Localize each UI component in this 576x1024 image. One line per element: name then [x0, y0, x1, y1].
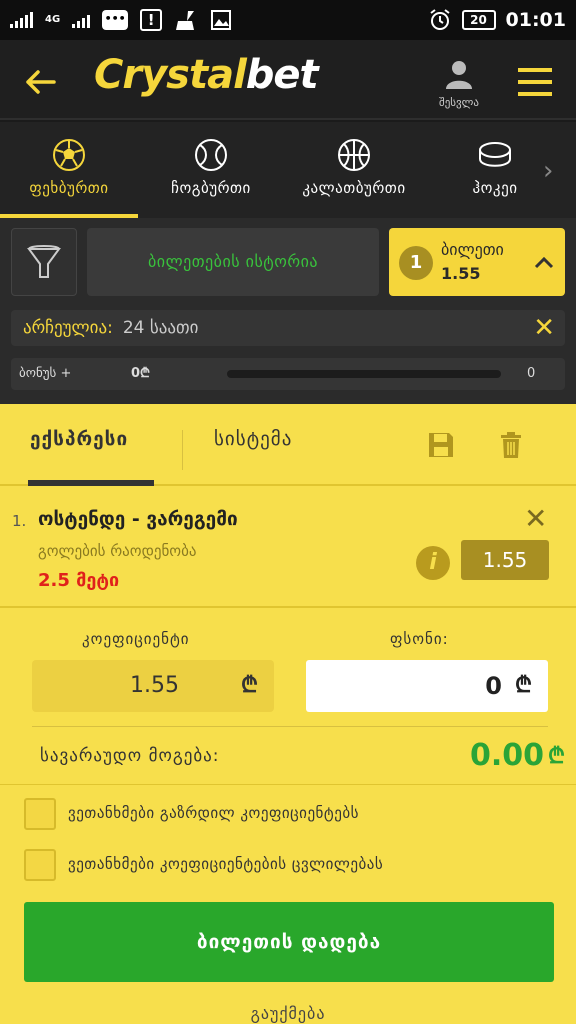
- event-name: ოსტენდე - ვარეგემი: [38, 508, 238, 530]
- clock: 01:01: [505, 9, 566, 31]
- ticket-label: ბილეთი: [441, 240, 504, 259]
- coefficient-value: 1.55: [130, 673, 179, 698]
- info-icon[interactable]: i: [416, 546, 450, 580]
- filter-bar: ბილეთების ისტორია 1 ბილეთი 1.55 არჩეულია…: [0, 218, 576, 404]
- agree-odds-changes-checkbox[interactable]: [24, 849, 56, 881]
- selected-filter-value: 24 საათი: [122, 318, 199, 338]
- trash-icon[interactable]: [496, 430, 526, 460]
- tab-hockey[interactable]: ჰოკეი: [450, 122, 540, 218]
- bonus-label: ბონუს +: [19, 366, 72, 381]
- bonus-max: 0: [527, 366, 536, 381]
- event-number: 1.: [12, 512, 27, 530]
- ticket-history-button[interactable]: ბილეთების ისტორია: [87, 228, 379, 296]
- tab-hockey-label: ჰოკეი: [472, 179, 518, 197]
- stake-value: 0: [485, 672, 502, 700]
- tennis-ball-icon: [195, 139, 227, 171]
- tab-divider: [182, 430, 183, 470]
- signal-icon-2: [72, 12, 91, 28]
- hockey-puck-icon: [479, 142, 511, 167]
- message-icon: •••: [102, 10, 129, 30]
- sports-tabs: ფეხბურთი ჩოგბურთი კალათბურთი ჰოკეი ›: [0, 122, 576, 218]
- user-icon: [446, 61, 472, 89]
- currency-icon: ₾: [241, 673, 258, 698]
- status-bar: 4G ••• ! 20 01:01: [0, 0, 576, 40]
- app-screen: 4G ••• ! 20 01:01 Crystalbet შესვლა ფეხბ…: [0, 0, 576, 1024]
- cancel-button[interactable]: გაუქმება: [0, 1004, 576, 1023]
- save-icon[interactable]: [426, 430, 456, 460]
- bonus-value: 0₾: [131, 366, 151, 381]
- tab-basketball-label: კალათბურთი: [302, 179, 406, 197]
- stake-input[interactable]: 0 ₾: [306, 660, 548, 712]
- back-arrow-icon[interactable]: [20, 62, 60, 102]
- coefficient-label: კოეფიციენტი: [82, 630, 190, 648]
- brand-logo[interactable]: Crystalbet: [94, 52, 319, 98]
- slip-tabs: ექსპრესი სისტემა: [0, 404, 576, 486]
- bonus-bar: ბონუს + 0₾ 0: [11, 358, 565, 390]
- potential-win-label: სავარაუდო მოგება:: [40, 746, 220, 766]
- chevron-right-icon[interactable]: ›: [543, 156, 553, 186]
- bet-slip: ექსპრესი სისტემა 1. ოსტენდე - ვარეგემი გ…: [0, 404, 576, 1024]
- clear-filter-icon[interactable]: ✕: [533, 310, 555, 346]
- event-odds[interactable]: 1.55: [461, 540, 549, 580]
- soccer-ball-icon: [53, 139, 85, 171]
- signal-icon: [10, 12, 33, 28]
- filter-button[interactable]: [11, 228, 77, 296]
- battery-icon: 20: [461, 10, 496, 30]
- alert-icon: !: [140, 9, 163, 31]
- divider: [0, 784, 576, 785]
- login-label: შესვლა: [439, 96, 479, 109]
- active-tab-indicator: [28, 480, 154, 486]
- ticket-toggle-button[interactable]: 1 ბილეთი 1.55: [389, 228, 565, 296]
- stake-label: ფსონი:: [390, 630, 449, 648]
- tab-football-label: ფეხბურთი: [29, 179, 109, 197]
- hamburger-menu-icon[interactable]: [518, 68, 552, 96]
- agree-increased-odds-checkbox[interactable]: [24, 798, 56, 830]
- coefficient-field: 1.55 ₾: [32, 660, 274, 712]
- agree-odds-changes-label: ვეთანხმები კოეფიციენტების ცვლილებას: [68, 855, 384, 873]
- clean-icon: [176, 11, 195, 30]
- login-button[interactable]: შესვლა: [430, 58, 488, 109]
- divider: [32, 726, 548, 727]
- chevron-up-icon: [534, 256, 554, 269]
- currency-icon: ₾: [548, 744, 565, 769]
- app-header: Crystalbet შესვლა: [0, 40, 576, 120]
- tab-football[interactable]: ფეხბურთი: [0, 122, 138, 218]
- ticket-odds: 1.55: [441, 264, 481, 283]
- tab-express[interactable]: ექსპრესი: [30, 428, 128, 450]
- tab-tennis-label: ჩოგბურთი: [171, 179, 251, 197]
- alarm-icon: [429, 9, 450, 30]
- bonus-progress-track: [227, 370, 501, 378]
- network-type: 4G: [45, 14, 61, 25]
- event-pick: 2.5 მეტი: [38, 570, 120, 591]
- basketball-icon: [338, 139, 370, 171]
- selected-filter-label: არჩეულია:: [23, 318, 113, 338]
- agree-increased-odds-label: ვეთანხმები გაზრდილ კოეფიციენტებს: [68, 804, 359, 822]
- ticket-count-badge: 1: [399, 246, 433, 280]
- potential-win-value: 0.00: [470, 738, 545, 773]
- selected-filter: არჩეულია: 24 საათი ✕: [11, 310, 565, 346]
- tab-basketball[interactable]: კალათბურთი: [282, 122, 426, 218]
- event-market: გოლების რაოდენობა: [38, 542, 197, 560]
- image-icon: [211, 10, 232, 30]
- funnel-icon: [27, 245, 61, 278]
- remove-event-icon[interactable]: ✕: [524, 502, 547, 535]
- tab-tennis[interactable]: ჩოგბურთი: [146, 122, 276, 218]
- currency-icon: ₾: [515, 673, 532, 698]
- place-bet-button[interactable]: ბილეთის დადება: [24, 902, 554, 982]
- tab-system[interactable]: სისტემა: [214, 428, 292, 450]
